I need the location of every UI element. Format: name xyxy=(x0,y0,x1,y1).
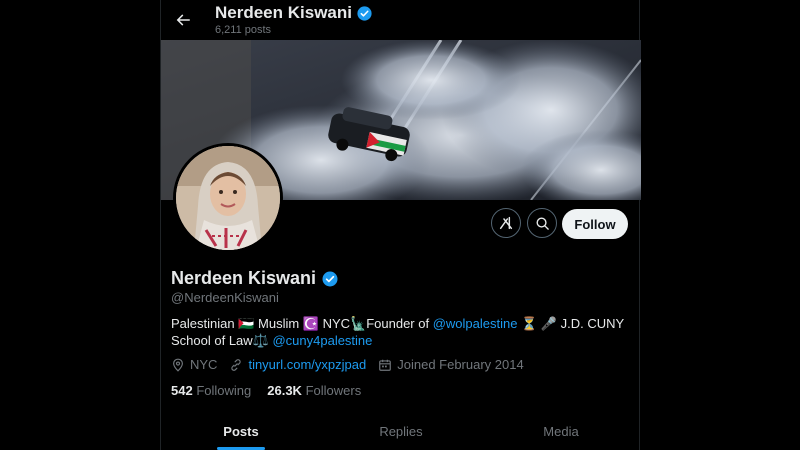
grok-button[interactable] xyxy=(491,208,521,238)
profile-tabs: Posts Replies Media xyxy=(161,412,641,450)
following-label: Following xyxy=(196,383,252,398)
profile-header-bar: Nerdeen Kiswani 6,211 posts xyxy=(161,0,641,40)
search-profile-button[interactable] xyxy=(527,208,557,238)
post-count: 6,211 posts xyxy=(215,24,272,36)
following-count: 542 xyxy=(171,383,193,398)
profile-column: Nerdeen Kiswani 6,211 posts Follow Nerde… xyxy=(160,0,641,450)
header-name: Nerdeen Kiswani xyxy=(215,3,373,23)
location-text: NYC xyxy=(190,357,218,372)
tab-replies[interactable]: Replies xyxy=(321,412,481,450)
header-name-text: Nerdeen Kiswani xyxy=(215,3,352,22)
arrow-left-icon xyxy=(176,14,190,26)
tab-posts-label: Posts xyxy=(223,424,259,439)
link-icon xyxy=(231,358,242,371)
back-button[interactable] xyxy=(169,6,197,34)
verified-badge-icon xyxy=(357,5,372,21)
bio-link-wolpalestine[interactable]: @wolpalestine xyxy=(433,316,518,331)
search-icon xyxy=(536,217,549,230)
grok-icon xyxy=(499,216,513,230)
location-pin-icon xyxy=(173,358,183,372)
profile-handle: @NerdeenKiswani xyxy=(171,290,279,305)
followers-label: Followers xyxy=(305,383,362,398)
follow-stats: 542 Following 26.3K Followers xyxy=(171,383,361,398)
verified-badge-icon[interactable] xyxy=(321,270,339,288)
followers-link[interactable]: 26.3K Followers xyxy=(267,383,361,398)
tab-media[interactable]: Media xyxy=(481,412,641,450)
profile-meta: NYC tinyurl.com/yxpzjpad Joined February… xyxy=(171,357,530,372)
tab-posts[interactable]: Posts xyxy=(161,412,321,450)
bio-link-cuny4palestine[interactable]: @cuny4palestine xyxy=(272,333,372,348)
tab-replies-label: Replies xyxy=(379,424,423,439)
bio-text-1: Palestinian 🇵🇸 Muslim ☪️ NYC🗽Founder of xyxy=(171,316,433,331)
website-item: tinyurl.com/yxpzjpad xyxy=(229,357,366,372)
joined-item: Joined February 2014 xyxy=(378,357,524,372)
profile-bio: Palestinian 🇵🇸 Muslim ☪️ NYC🗽Founder of … xyxy=(171,315,631,349)
joined-text: Joined February 2014 xyxy=(397,357,524,372)
location-item: NYC xyxy=(171,357,217,372)
profile-display-name: Nerdeen Kiswani xyxy=(171,268,339,289)
following-link[interactable]: 542 Following xyxy=(171,383,251,398)
followers-count: 26.3K xyxy=(267,383,302,398)
profile-avatar[interactable] xyxy=(173,143,283,253)
display-name-text: Nerdeen Kiswani xyxy=(171,268,317,288)
tab-media-label: Media xyxy=(543,424,579,439)
follow-button[interactable]: Follow xyxy=(562,209,628,239)
avatar-image xyxy=(176,146,280,250)
calendar-icon xyxy=(379,359,392,371)
website-link[interactable]: tinyurl.com/yxpzjpad xyxy=(248,357,366,372)
